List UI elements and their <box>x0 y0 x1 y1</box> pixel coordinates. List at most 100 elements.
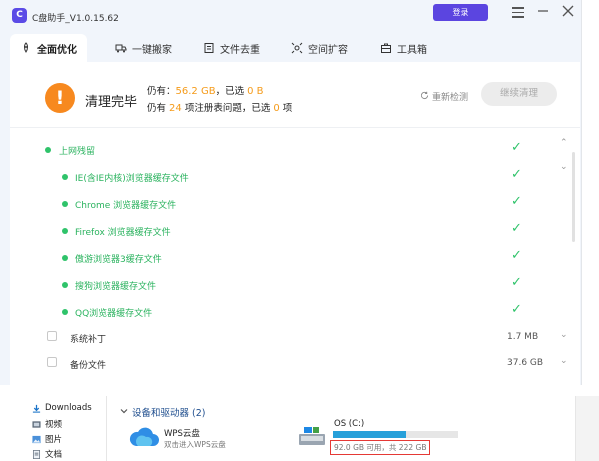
selected-dot-icon <box>62 201 68 207</box>
chevron-down-icon <box>120 407 128 418</box>
recheck-link[interactable]: 重新检测 <box>420 90 468 103</box>
list-item-system-patch[interactable]: 系统补丁 1.7 MB <box>33 328 553 348</box>
cloud-name: WPS云盘 <box>164 429 200 439</box>
list-item-backup-files[interactable]: 备份文件 37.6 GB <box>33 354 553 374</box>
title-bar: C C盘助手_V1.0.15.62 登录 <box>0 0 581 30</box>
expand-icon[interactable]: ⌄ <box>560 330 568 340</box>
expand-icon[interactable]: ⌄ <box>560 356 568 366</box>
warning-icon: ! <box>45 83 75 113</box>
tab-space-expand[interactable]: 空间扩容 <box>291 34 348 62</box>
status-summary: ! 清理完毕 仍有：56.2 GB，已选 0 B 仍有 24 项注册表问题，已选… <box>10 62 580 128</box>
drive-name: OS (C:) <box>334 419 365 429</box>
cloud-subtitle: 双击进入WPS云盘 <box>164 440 226 449</box>
checkbox[interactable] <box>47 331 57 341</box>
item-label: Firefox 浏览器缓存文件 <box>75 228 171 238</box>
list-item[interactable]: 傲游浏览器3缓存文件 ✓ <box>33 248 553 268</box>
truck-icon <box>115 42 127 54</box>
item-label: QQ浏览器缓存文件 <box>75 309 153 319</box>
tab-label: 一键搬家 <box>132 44 172 56</box>
remaining-size-line: 仍有：56.2 GB，已选 0 B <box>147 86 264 97</box>
list-group-web-traces[interactable]: 上网残留 ✓ <box>33 140 553 160</box>
list-item[interactable]: Firefox 浏览器缓存文件 ✓ <box>33 221 553 241</box>
tab-bar: 全面优化 一键搬家 文件去重 空间扩容 工具箱 <box>0 32 581 62</box>
minimize-icon[interactable] <box>536 4 550 18</box>
scrollbar[interactable] <box>572 152 575 242</box>
registry-selected-count: 0 <box>273 103 280 114</box>
list-item[interactable]: QQ浏览器缓存文件 ✓ <box>33 302 553 322</box>
expand-icon[interactable]: ⌄ <box>560 162 568 172</box>
tab-label: 文件去重 <box>220 44 260 56</box>
tab-full-optimize[interactable]: 全面优化 <box>10 34 87 62</box>
remaining-size: 56.2 GB <box>175 86 216 97</box>
selected-dot-icon <box>62 255 68 261</box>
file-icon <box>203 42 215 54</box>
video-icon <box>32 420 41 429</box>
close-icon[interactable] <box>561 4 575 18</box>
selected-dot-icon <box>45 147 51 153</box>
clean-item-list: 上网残留 ✓ IE(含IE内核)浏览器缓存文件 ✓ Chrome 浏览器缓存文件… <box>33 130 568 380</box>
collapse-icon[interactable]: ⌃ <box>560 138 568 148</box>
sidebar-item-pictures[interactable]: 图片 <box>32 433 62 445</box>
item-size: 37.6 GB <box>507 358 544 368</box>
continue-clean-button[interactable]: 继续清理 <box>481 82 557 106</box>
cloud-icon <box>128 426 160 451</box>
drive-usage-bar <box>333 431 458 438</box>
check-icon: ✓ <box>511 194 522 209</box>
drive-icon <box>298 426 326 451</box>
check-icon: ✓ <box>511 302 522 317</box>
document-icon <box>32 449 41 459</box>
tab-one-click-move[interactable]: 一键搬家 <box>115 34 172 62</box>
explorer-sidebar: Downloads 视频 图片 文档 <box>0 396 107 461</box>
content-panel: ! 清理完毕 仍有：56.2 GB，已选 0 B 仍有 24 项注册表问题，已选… <box>10 62 580 385</box>
selected-dot-icon <box>62 309 68 315</box>
drive-usage-fill <box>333 431 407 438</box>
check-icon: ✓ <box>511 221 522 236</box>
drive-free-space: 92.0 GB 可用，共 222 GB <box>330 440 431 455</box>
item-label: 系统补丁 <box>70 335 107 345</box>
check-icon: ✓ <box>511 248 522 263</box>
item-size: 1.7 MB <box>507 332 539 342</box>
refresh-icon <box>420 91 429 103</box>
registry-issue-count: 24 <box>169 103 182 114</box>
picture-icon <box>32 435 41 444</box>
check-icon: ✓ <box>511 275 522 290</box>
sidebar-item-videos[interactable]: 视频 <box>32 418 62 430</box>
registry-issues-line: 仍有 24 项注册表问题，已选 0 项 <box>147 103 293 114</box>
file-explorer-strip: Downloads 视频 图片 文档 设备和驱动器 (2) WPS云盘 双击进入… <box>0 396 599 461</box>
item-label: 搜狗浏览器缓存文件 <box>75 282 157 292</box>
expand-icon <box>291 42 303 54</box>
tab-dedupe[interactable]: 文件去重 <box>203 34 260 62</box>
devices-section-header[interactable]: 设备和驱动器 (2) <box>120 405 205 419</box>
toolbox-icon <box>380 42 392 54</box>
app-title: C盘助手_V1.0.15.62 <box>32 14 119 24</box>
tab-label: 空间扩容 <box>308 44 348 56</box>
checkbox[interactable] <box>47 357 57 367</box>
item-label: 傲游浏览器3缓存文件 <box>75 255 162 265</box>
explorer-scroll-edge <box>575 396 599 461</box>
tab-label: 全面优化 <box>37 44 77 56</box>
selected-size: 0 B <box>247 86 264 97</box>
download-icon <box>32 404 41 413</box>
status-title: 清理完毕 <box>85 95 138 110</box>
check-icon: ✓ <box>511 140 522 155</box>
menu-icon[interactable] <box>511 4 525 18</box>
item-label: 备份文件 <box>70 361 107 371</box>
app-window: C C盘助手_V1.0.15.62 登录 全面优化 一键搬家 文件去重 空间扩容… <box>0 0 582 385</box>
item-label: IE(含IE内核)浏览器缓存文件 <box>75 174 189 184</box>
login-button[interactable]: 登录 <box>433 4 488 21</box>
sidebar-item-documents[interactable]: 文档 <box>32 448 62 460</box>
check-icon: ✓ <box>511 167 522 182</box>
list-item[interactable]: 搜狗浏览器缓存文件 ✓ <box>33 275 553 295</box>
rocket-icon <box>20 42 32 54</box>
selected-dot-icon <box>62 228 68 234</box>
app-logo: C <box>12 8 27 23</box>
list-item[interactable]: IE(含IE内核)浏览器缓存文件 ✓ <box>33 167 553 187</box>
selected-dot-icon <box>62 174 68 180</box>
item-label: Chrome 浏览器缓存文件 <box>75 201 177 211</box>
sidebar-item-downloads[interactable]: Downloads <box>32 403 92 413</box>
tab-label: 工具箱 <box>397 44 427 56</box>
group-label: 上网残留 <box>59 147 96 157</box>
selected-dot-icon <box>62 282 68 288</box>
tab-toolbox[interactable]: 工具箱 <box>380 34 427 62</box>
list-item[interactable]: Chrome 浏览器缓存文件 ✓ <box>33 194 553 214</box>
